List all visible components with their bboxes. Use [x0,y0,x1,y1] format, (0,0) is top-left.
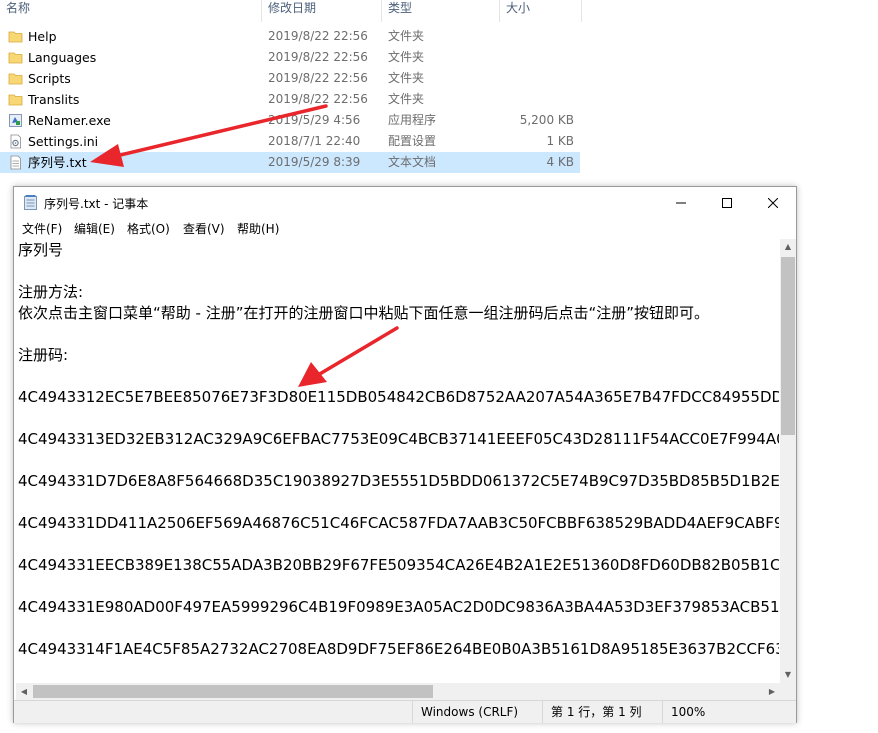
file-date: 2019/8/22 22:56 [268,29,368,43]
text-line: 4C4943314F1AE4C5F85A2732AC2708EA8D9DF75E… [18,640,779,658]
scrollbar-corner [780,683,796,700]
window-title: 序列号.txt - 记事本 [44,197,149,211]
file-date: 2019/5/29 4:56 [268,113,361,127]
text-line: 注册方法: [18,283,84,301]
file-type: 文件夹 [388,92,425,106]
file-row-translits[interactable]: Translits 2019/8/22 22:56 文件夹 [0,89,580,110]
menu-file[interactable]: 文件(F) [22,220,62,237]
ini-icon [10,134,21,149]
file-size: 5,200 KB [519,113,574,127]
folder-icon [8,52,23,64]
text-line: 4C4943312EC5E7BEE85076E73F3D80E115DB0548… [18,388,779,406]
vertical-scrollbar[interactable]: ▲ ▼ [780,239,796,683]
file-type: 应用程序 [388,113,437,127]
close-button[interactable] [750,187,796,218]
text-editor[interactable]: 序列号 注册方法: 依次点击主窗口菜单“帮助 - 注册”在打开的注册窗口中粘贴下… [16,239,779,683]
minimize-button[interactable] [658,187,704,218]
menu-help[interactable]: 帮助(H) [237,220,279,237]
scroll-up-arrow-icon[interactable]: ▲ [780,239,796,255]
folder-icon [8,94,23,106]
status-encoding: Windows (CRLF) [412,701,542,723]
folder-icon [8,73,23,85]
file-name: Help [28,29,57,44]
file-size: 4 KB [546,155,574,169]
minimize-icon [676,202,686,203]
file-type: 文件夹 [388,71,425,85]
file-type: 文本文档 [388,155,437,169]
status-zoom: 100% [662,701,796,723]
file-type: 配置设置 [388,134,437,148]
file-row-settings-ini[interactable]: Settings.ini 2018/7/1 22:40 配置设置 1 KB [0,131,580,152]
status-cursor-position: 第 1 行，第 1 列 [542,701,662,723]
file-name: Languages [28,50,97,65]
text-line: 注册码: [18,346,69,364]
maximize-button[interactable] [704,187,750,218]
file-date: 2018/7/1 22:40 [268,134,361,148]
menu-format[interactable]: 格式(O) [127,220,170,237]
file-name: ReNamer.exe [28,113,111,128]
text-line: 4C494331DD411A2506EF569A46876C51C46FCAC5… [18,514,779,532]
column-headers: 名称 修改日期 类型 大小 [0,0,582,24]
title-bar[interactable]: 序列号.txt - 记事本 [14,187,796,218]
scroll-right-arrow-icon[interactable]: ▶ [764,683,780,700]
horizontal-scroll-thumb[interactable] [33,685,433,698]
folder-icon [8,31,23,43]
column-header-name[interactable]: 名称 [0,0,262,22]
status-bar: Windows (CRLF) 第 1 行，第 1 列 100% [14,700,796,723]
file-type: 文件夹 [388,29,425,43]
scroll-left-arrow-icon[interactable]: ◀ [16,683,32,700]
text-line: 4C494331EECB389E138C55ADA3B20BB29F67FE50… [18,556,779,574]
file-name: Translits [28,92,80,107]
menu-bar: 文件(F) 编辑(E) 格式(O) 查看(V) 帮助(H) [14,218,796,238]
text-line: 序列号 [18,241,64,259]
file-name: 序列号.txt [28,155,87,170]
maximize-icon [722,197,732,208]
close-icon [768,197,778,208]
file-name: Settings.ini [28,134,99,149]
file-date: 2019/5/29 8:39 [268,155,361,169]
notepad-window: 序列号.txt - 记事本 文件(F) 编辑(E) 格式(O) 查看(V) 帮助… [13,186,797,723]
file-explorer-list: 名称 修改日期 类型 大小 Help 2019/8/22 22:56 文件夹 L… [0,0,582,178]
column-header-date[interactable]: 修改日期 [262,0,382,22]
menu-edit[interactable]: 编辑(E) [74,220,115,237]
file-date: 2019/8/22 22:56 [268,50,368,64]
file-size: 1 KB [546,134,574,148]
vertical-scroll-thumb[interactable] [781,257,795,435]
column-header-size[interactable]: 大小 [500,0,582,22]
file-row-renamer-exe[interactable]: ReNamer.exe 2019/5/29 4:56 应用程序 5,200 KB [0,110,580,131]
text-line: 4C4943313ED32EB312AC329A9C6EFBAC7753E09C… [18,430,779,448]
file-date: 2019/8/22 22:56 [268,92,368,106]
file-row-languages[interactable]: Languages 2019/8/22 22:56 文件夹 [0,47,580,68]
menu-view[interactable]: 查看(V) [183,220,225,237]
file-name: Scripts [28,71,71,86]
file-date: 2019/8/22 22:56 [268,71,368,85]
file-type: 文件夹 [388,50,425,64]
txt-icon [10,155,21,170]
file-row-serial-txt[interactable]: 序列号.txt 2019/5/29 8:39 文本文档 4 KB [0,152,580,173]
notepad-icon [24,195,37,210]
scroll-down-arrow-icon[interactable]: ▼ [780,667,796,683]
file-row-scripts[interactable]: Scripts 2019/8/22 22:56 文件夹 [0,68,580,89]
exe-icon [9,114,22,127]
text-line: 依次点击主窗口菜单“帮助 - 注册”在打开的注册窗口中粘贴下面任意一组注册码后点… [18,304,710,322]
text-line: 4C494331E980AD00F497EA5999296C4B19F0989E… [18,598,779,616]
column-header-type[interactable]: 类型 [382,0,500,22]
text-line: 4C494331D7D6E8A8F564668D35C19038927D3E55… [18,472,779,490]
file-row-help[interactable]: Help 2019/8/22 22:56 文件夹 [0,26,580,47]
horizontal-scrollbar[interactable]: ◀ ▶ [16,683,780,700]
